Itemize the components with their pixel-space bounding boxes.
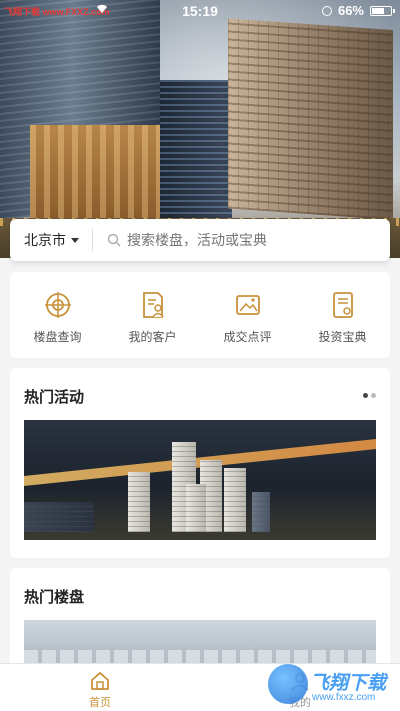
search-input[interactable] <box>127 232 390 248</box>
watermark-text: 飞翔下载 <box>310 673 387 694</box>
battery-percent: 66% <box>337 3 364 18</box>
quick-menu: 楼盘查询 我的客户 成交点评 投资宝典 <box>10 272 390 358</box>
divider <box>92 229 93 251</box>
activity-banner-image[interactable] <box>24 420 376 540</box>
menu-item-label: 投资宝典 <box>318 330 367 344</box>
home-icon <box>91 671 109 690</box>
carousel-indicator <box>363 393 376 398</box>
menu-item-label: 我的客户 <box>128 330 177 344</box>
building-right <box>228 18 393 220</box>
alarm-icon <box>321 5 332 16</box>
section-title: 热门活动 <box>24 389 85 406</box>
watermark-icon <box>268 664 308 704</box>
target-icon <box>44 292 71 318</box>
menu-item-my-customers[interactable]: 我的客户 <box>105 272 200 358</box>
guide-book-icon <box>332 292 353 318</box>
carousel-dot[interactable] <box>371 393 376 398</box>
search-bar: 北京市 <box>10 219 390 261</box>
menu-item-investment-guide[interactable]: 投资宝典 <box>295 272 390 358</box>
search-icon <box>107 233 121 247</box>
watermark-url: www.fxxz.com <box>312 692 376 703</box>
section-title: 热门楼盘 <box>24 589 85 606</box>
city-selector[interactable]: 北京市 <box>10 230 92 250</box>
watermark-logo: 飞翔下载 www.fxxz.com <box>268 662 394 708</box>
caret-down-icon <box>71 237 79 243</box>
tab-home[interactable]: 首页 <box>0 664 200 711</box>
review-image-icon <box>235 295 260 315</box>
building-center <box>160 80 232 220</box>
battery-icon <box>370 5 395 16</box>
carousel-dot[interactable] <box>363 393 368 398</box>
building-lowrise <box>30 125 160 220</box>
menu-item-property-search[interactable]: 楼盘查询 <box>10 272 105 358</box>
menu-item-label: 楼盘查询 <box>33 330 82 344</box>
tab-label: 首页 <box>89 697 111 709</box>
status-bar: 飞翔下载 www.FXXZ.com 15:19 66% <box>0 0 400 22</box>
menu-item-label: 成交点评 <box>223 330 272 344</box>
city-label: 北京市 <box>24 232 66 248</box>
hot-activities-section: 热门活动 <box>10 368 390 558</box>
customer-doc-icon <box>142 292 164 318</box>
menu-item-deal-reviews[interactable]: 成交点评 <box>200 272 295 358</box>
